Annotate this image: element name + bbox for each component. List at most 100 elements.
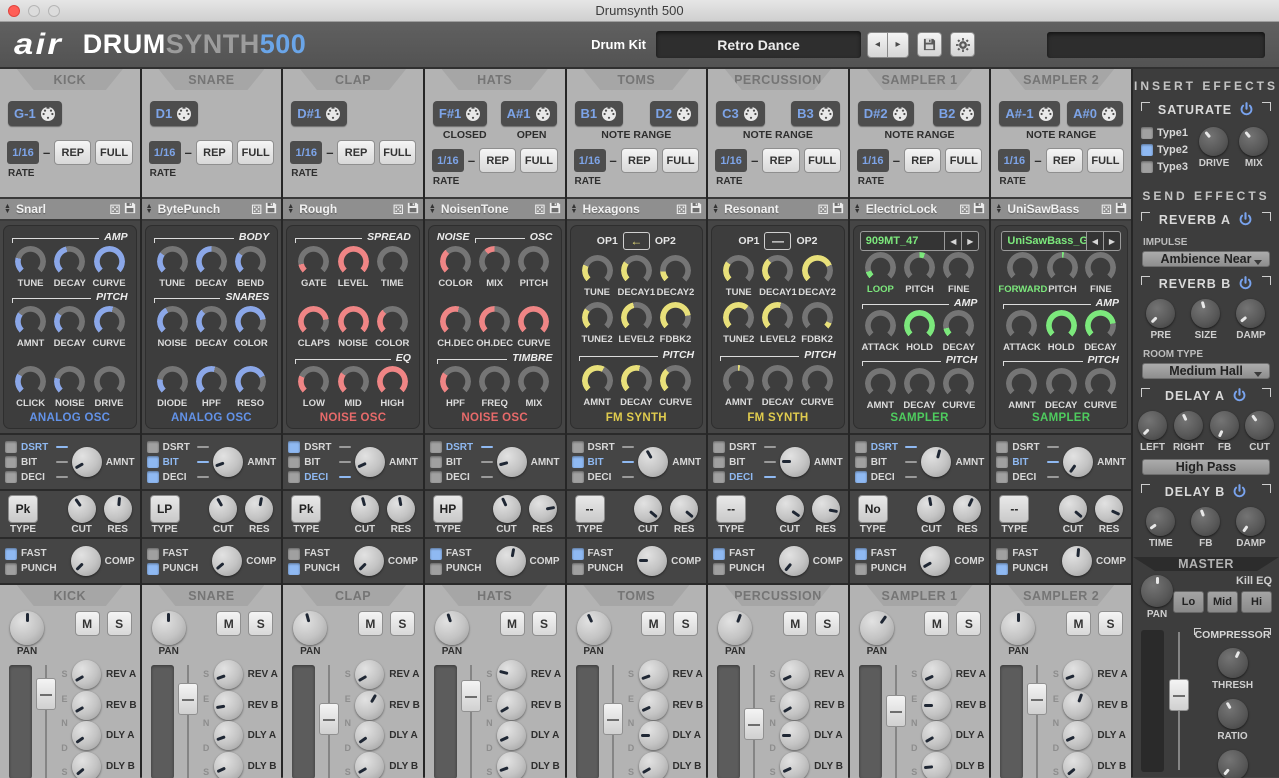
save-kit-button[interactable]: [917, 32, 942, 57]
amnt-knob[interactable]: [638, 447, 668, 477]
pan-knob[interactable]: [10, 611, 44, 645]
dly-a-send-knob[interactable]: [214, 721, 243, 750]
hold-knob[interactable]: [1046, 310, 1077, 341]
amnt-knob[interactable]: [15, 306, 46, 337]
dly-a-send-knob[interactable]: [497, 721, 526, 750]
sample-selector[interactable]: 909MT_47◀▶: [860, 231, 980, 251]
bit-checkbox[interactable]: [996, 456, 1008, 468]
bit-checkbox[interactable]: [147, 456, 159, 468]
volume-fader[interactable]: [35, 659, 57, 778]
full-button[interactable]: FULL: [520, 148, 557, 173]
rev-a-send-knob[interactable]: [1063, 660, 1092, 689]
cut-knob[interactable]: [1059, 495, 1087, 523]
repeat-button[interactable]: REP: [762, 148, 799, 173]
dsrt-checkbox[interactable]: [288, 441, 300, 453]
tune2-knob[interactable]: [582, 302, 613, 333]
preset-spinner[interactable]: ▲▼: [712, 204, 719, 214]
punch-checkbox[interactable]: [996, 563, 1008, 575]
right-knob[interactable]: [1174, 411, 1203, 440]
repeat-button[interactable]: REP: [337, 140, 374, 165]
rev-b-send-knob[interactable]: [639, 691, 668, 720]
cut-knob[interactable]: [351, 495, 379, 523]
click-knob[interactable]: [15, 366, 46, 397]
comp-knob[interactable]: [354, 546, 384, 576]
solo-button[interactable]: S: [956, 611, 981, 636]
drive-knob[interactable]: [94, 366, 125, 397]
repeat-button[interactable]: REP: [904, 148, 941, 173]
punch-checkbox[interactable]: [5, 563, 17, 575]
volume-fader[interactable]: [602, 659, 624, 778]
amnt-knob[interactable]: [582, 365, 613, 396]
repeat-button[interactable]: REP: [54, 140, 91, 165]
forward-knob[interactable]: [1007, 252, 1038, 283]
amnt-knob[interactable]: [497, 447, 527, 477]
cut-knob[interactable]: [776, 495, 804, 523]
dly-b-send-knob[interactable]: [1063, 752, 1092, 778]
dly-b-send-knob[interactable]: [922, 752, 951, 778]
cut-knob[interactable]: [917, 495, 945, 523]
mix-knob[interactable]: [518, 366, 549, 397]
diode-knob[interactable]: [157, 366, 188, 397]
amnt-knob[interactable]: [213, 447, 243, 477]
volume-fader[interactable]: [1026, 659, 1048, 778]
gate-knob[interactable]: [298, 246, 329, 277]
fb-knob[interactable]: [1210, 411, 1239, 440]
full-button[interactable]: FULL: [662, 148, 699, 173]
mix-knob[interactable]: [1239, 127, 1268, 156]
repeat-button[interactable]: REP: [196, 140, 233, 165]
amnt-knob[interactable]: [865, 368, 896, 399]
randomize-dice-icon[interactable]: ⚄: [676, 203, 687, 216]
bend-knob[interactable]: [235, 246, 266, 277]
thresh-knob[interactable]: [1218, 648, 1248, 678]
bit-checkbox[interactable]: [572, 456, 584, 468]
kit-next-button[interactable]: ▸: [888, 32, 909, 58]
high-knob[interactable]: [377, 366, 408, 397]
deci-checkbox[interactable]: [147, 471, 159, 483]
color-knob[interactable]: [440, 246, 471, 277]
settings-button[interactable]: [950, 32, 975, 57]
mute-button[interactable]: M: [1066, 611, 1091, 636]
dsrt-checkbox[interactable]: [572, 441, 584, 453]
dsrt-checkbox[interactable]: [147, 441, 159, 453]
pan-knob[interactable]: [860, 611, 894, 645]
fader-handle[interactable]: [36, 678, 56, 710]
rev-a-send-knob[interactable]: [497, 660, 526, 689]
amnt-knob[interactable]: [780, 447, 810, 477]
cut-knob[interactable]: [493, 495, 521, 523]
rev-b-send-knob[interactable]: [355, 691, 384, 720]
type3-checkbox[interactable]: [1141, 161, 1153, 173]
color-knob[interactable]: [377, 306, 408, 337]
pitch-knob[interactable]: [904, 252, 935, 283]
solo-button[interactable]: S: [815, 611, 840, 636]
sample-next-button[interactable]: ▶: [961, 232, 978, 250]
dly-a-send-knob[interactable]: [639, 721, 668, 750]
full-button[interactable]: FULL: [95, 140, 132, 165]
decay-knob[interactable]: [943, 310, 974, 341]
rev-a-send-knob[interactable]: [780, 660, 809, 689]
fader-handle[interactable]: [319, 703, 339, 735]
time-knob[interactable]: [377, 246, 408, 277]
bit-checkbox[interactable]: [855, 456, 867, 468]
randomize-dice-icon[interactable]: ⚄: [1101, 203, 1112, 216]
rate-value[interactable]: 1/16: [715, 149, 747, 172]
dsrt-checkbox[interactable]: [430, 441, 442, 453]
power-icon[interactable]: [1232, 388, 1247, 403]
damp-knob[interactable]: [1236, 507, 1265, 536]
comp-knob[interactable]: [212, 546, 242, 576]
amnt-knob[interactable]: [723, 365, 754, 396]
save-preset-icon[interactable]: [1115, 202, 1127, 216]
tune-knob[interactable]: [723, 255, 754, 286]
decay2-knob[interactable]: [802, 255, 833, 286]
rev-a-send-knob[interactable]: [72, 660, 101, 689]
comp-knob[interactable]: [1062, 546, 1092, 576]
rate-value[interactable]: 1/16: [432, 149, 464, 172]
curve-knob[interactable]: [660, 365, 691, 396]
rev-a-send-knob[interactable]: [639, 660, 668, 689]
pan-knob[interactable]: [577, 611, 611, 645]
level2-knob[interactable]: [621, 302, 652, 333]
rate-value[interactable]: 1/16: [574, 149, 606, 172]
drive-knob[interactable]: [1199, 127, 1228, 156]
master-fader[interactable]: [1168, 626, 1190, 776]
curve-knob[interactable]: [1085, 368, 1116, 399]
preset-spinner[interactable]: ▲▼: [429, 204, 436, 214]
